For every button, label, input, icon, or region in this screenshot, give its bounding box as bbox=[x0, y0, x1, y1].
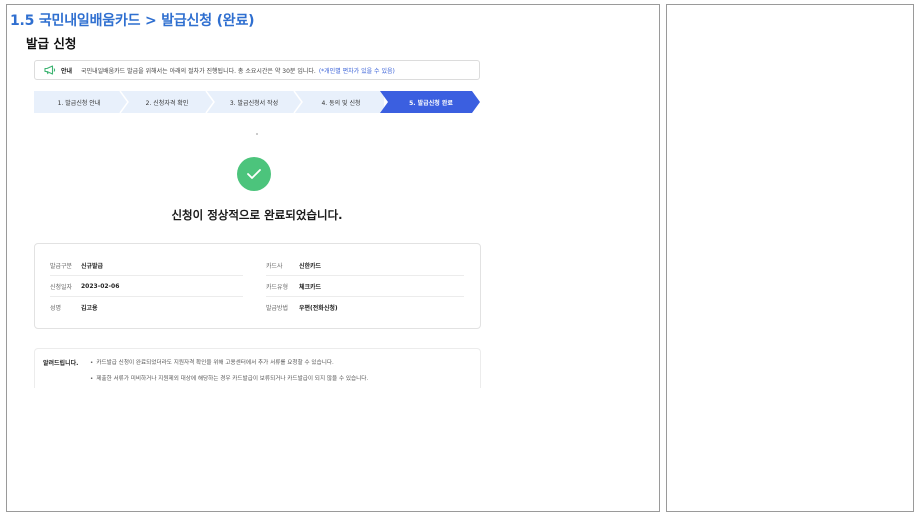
row-divider bbox=[266, 275, 464, 276]
field-value: 김고용 bbox=[81, 304, 98, 312]
step-2: 2. 신청자격 확인 bbox=[145, 99, 189, 107]
note-item: • 카드발급 신청이 완료되었더라도 지원자격 확인을 위해 고용센터에서 추가 … bbox=[90, 358, 334, 366]
field-issue-method: 발급방법 우편(전화신청) bbox=[266, 301, 338, 313]
notice-label: 안내 bbox=[61, 67, 73, 75]
note-text: 카드발급 신청이 완료되었더라도 지원자격 확인을 위해 고용센터에서 추가 서… bbox=[96, 360, 334, 366]
application-summary: 발급구분 신규발급 신청일자 2023-02-06 성명 김고용 카드사 신한카… bbox=[34, 243, 481, 329]
field-value: 체크카드 bbox=[299, 283, 322, 291]
divider-dot bbox=[256, 133, 258, 135]
field-issue-type: 발급구분 신규발급 bbox=[50, 259, 103, 271]
slide-title: 1.5 국민내일배움카드 > 발급신청 (완료) bbox=[10, 13, 255, 29]
field-label: 발급방법 bbox=[266, 304, 289, 312]
row-divider bbox=[50, 296, 243, 297]
note-text: 제출한 서류가 미비하거나 지원제외 대상에 해당하는 경우 카드발급이 보류되… bbox=[96, 376, 369, 382]
field-value: 신규발급 bbox=[81, 262, 104, 270]
megaphone-icon bbox=[44, 65, 56, 75]
step-5-active: 5. 발급신청 완료 bbox=[409, 99, 453, 107]
field-apply-date: 신청일자 2023-02-06 bbox=[50, 280, 119, 292]
row-divider bbox=[266, 296, 464, 297]
step-3: 3. 발급신청서 작성 bbox=[229, 99, 279, 107]
completion-message: 신청이 정상적으로 완료되었습니다. bbox=[171, 208, 343, 222]
notice-text: 국민내일배움카드 발급을 위해서는 아래의 절차가 진행됩니다. 총 소요시간은… bbox=[81, 67, 316, 75]
field-label: 성명 bbox=[50, 304, 62, 312]
field-label: 신청일자 bbox=[50, 283, 73, 291]
field-label: 카드유형 bbox=[266, 283, 289, 291]
field-value: 신한카드 bbox=[299, 262, 322, 270]
progress-stepper: 1. 발급신청 안내 2. 신청자격 확인 3. 발급신청서 작성 4. 동의 … bbox=[34, 91, 480, 113]
bullet: • bbox=[90, 360, 94, 366]
notes-title: 알려드립니다. bbox=[43, 360, 79, 367]
notice-highlight: (*개인별 편차가 있을 수 있음) bbox=[318, 67, 395, 75]
field-value: 2023-02-06 bbox=[81, 282, 120, 290]
page-title: 발급 신청 bbox=[26, 36, 77, 51]
field-name: 성명 김고용 bbox=[50, 301, 98, 313]
field-card-company: 카드사 신한카드 bbox=[266, 259, 321, 271]
field-label: 발급구분 bbox=[50, 262, 73, 270]
field-label: 카드사 bbox=[266, 262, 283, 270]
notes-box: 알려드립니다. • 카드발급 신청이 완료되었더라도 지원자격 확인을 위해 고용… bbox=[34, 348, 481, 388]
notice-bar: 안내 국민내일배움카드 발급을 위해서는 아래의 절차가 진행됩니다. 총 소요… bbox=[34, 60, 480, 80]
field-value: 우편(전화신청) bbox=[299, 304, 338, 312]
check-icon bbox=[237, 157, 271, 191]
step-4: 4. 동의 및 신청 bbox=[321, 99, 361, 107]
step-1: 1. 발급신청 안내 bbox=[57, 99, 101, 107]
row-divider bbox=[50, 275, 243, 276]
bullet: • bbox=[90, 376, 94, 382]
note-item: • 제출한 서류가 미비하거나 지원제외 대상에 해당하는 경우 카드발급이 보류… bbox=[90, 374, 368, 382]
field-card-type: 카드유형 체크카드 bbox=[266, 280, 321, 292]
side-panel bbox=[666, 4, 914, 512]
